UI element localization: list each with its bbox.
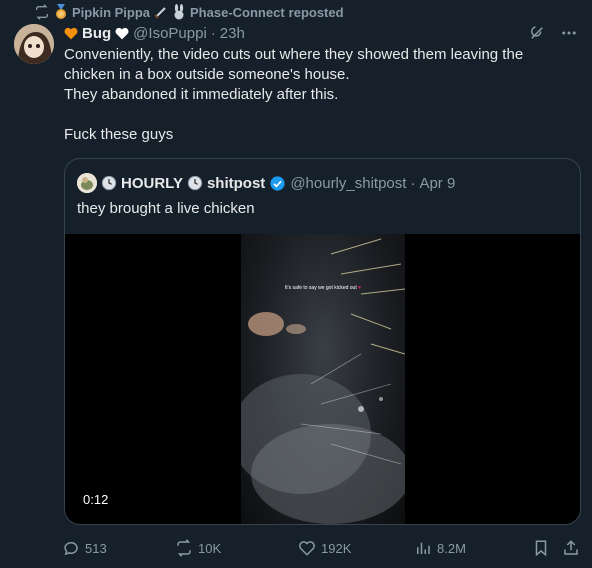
broken-heart-icon: ♥: [358, 285, 362, 291]
share-button[interactable]: [562, 538, 580, 558]
reply-icon: [64, 542, 78, 556]
video-caption: It's safe to say we got kicked out ♥: [241, 285, 405, 291]
quote-handle[interactable]: @hourly_shitpost: [290, 175, 406, 192]
quote-avatar[interactable]: [77, 173, 97, 193]
author-name[interactable]: Bug: [82, 25, 111, 42]
repost-icon: [36, 4, 48, 20]
quote-header: HOURLY shitpost @hourly_shitpost · Apr 9: [77, 173, 455, 193]
quote-tweet[interactable]: HOURLY shitpost @hourly_shitpost · Apr 9…: [64, 158, 581, 525]
white-heart-icon: [115, 27, 129, 39]
author-handle[interactable]: @IsoPuppi: [133, 25, 207, 42]
tweet-text: Conveniently, the video cuts out where t…: [64, 46, 524, 143]
reply-count: 513: [85, 540, 107, 556]
quote-date[interactable]: Apr 9: [419, 175, 455, 192]
repost-suffix: reposted: [288, 4, 344, 20]
tweet-time[interactable]: 23h: [220, 25, 245, 42]
author-avatar[interactable]: [14, 24, 54, 64]
clock-icon: [101, 175, 117, 191]
reply-button[interactable]: 513: [62, 538, 107, 558]
sword-icon: [154, 7, 166, 19]
views-button[interactable]: 8.2M: [414, 538, 466, 558]
quote-name-part1[interactable]: HOURLY: [121, 175, 183, 192]
bookmark-button[interactable]: [532, 538, 550, 558]
dot-separator: ·: [410, 174, 416, 192]
quote-text: they brought a live chicken: [77, 200, 255, 217]
repost-user-link[interactable]: Pipkin Pippa: [72, 5, 150, 20]
dot-separator: ·: [210, 24, 216, 42]
video-caption-text: It's safe to say we got kicked out: [284, 285, 357, 291]
share-icon: [564, 540, 578, 555]
grok-icon[interactable]: [528, 24, 546, 42]
clock-icon: [187, 175, 203, 191]
repost-icon: [177, 539, 191, 557]
orange-heart-icon: [64, 27, 78, 39]
more-options-icon[interactable]: [560, 24, 578, 42]
views-chart-icon: [417, 542, 430, 554]
like-count: 192K: [321, 540, 352, 556]
tweet-top-actions: [528, 24, 578, 42]
medal-icon: [56, 4, 66, 19]
video-frame: It's safe to say we got kicked out ♥: [241, 234, 405, 524]
repost-count: 10K: [198, 540, 222, 556]
video-frame-art: [241, 238, 405, 524]
bookmark-icon: [535, 540, 547, 557]
video-player[interactable]: It's safe to say we got kicked out ♥ 0:1…: [65, 234, 580, 524]
tweet-header: Bug @IsoPuppi · 23h: [64, 24, 245, 42]
like-heart-icon: [299, 541, 315, 556]
like-button[interactable]: 192K: [298, 538, 351, 558]
bunny-icon: [174, 4, 184, 20]
repost-second-user[interactable]: Phase-Connect: [190, 5, 285, 20]
view-count: 8.2M: [437, 540, 466, 556]
action-bar: 513 10K 192K 8.2M: [62, 538, 582, 558]
verified-badge-icon: [270, 175, 285, 191]
video-duration: 0:12: [77, 490, 115, 509]
repost-header: Pipkin Pippa Phase-Connect reposted: [34, 4, 344, 20]
repost-button[interactable]: 10K: [175, 538, 221, 558]
quote-name-part2[interactable]: shitpost: [207, 175, 265, 192]
